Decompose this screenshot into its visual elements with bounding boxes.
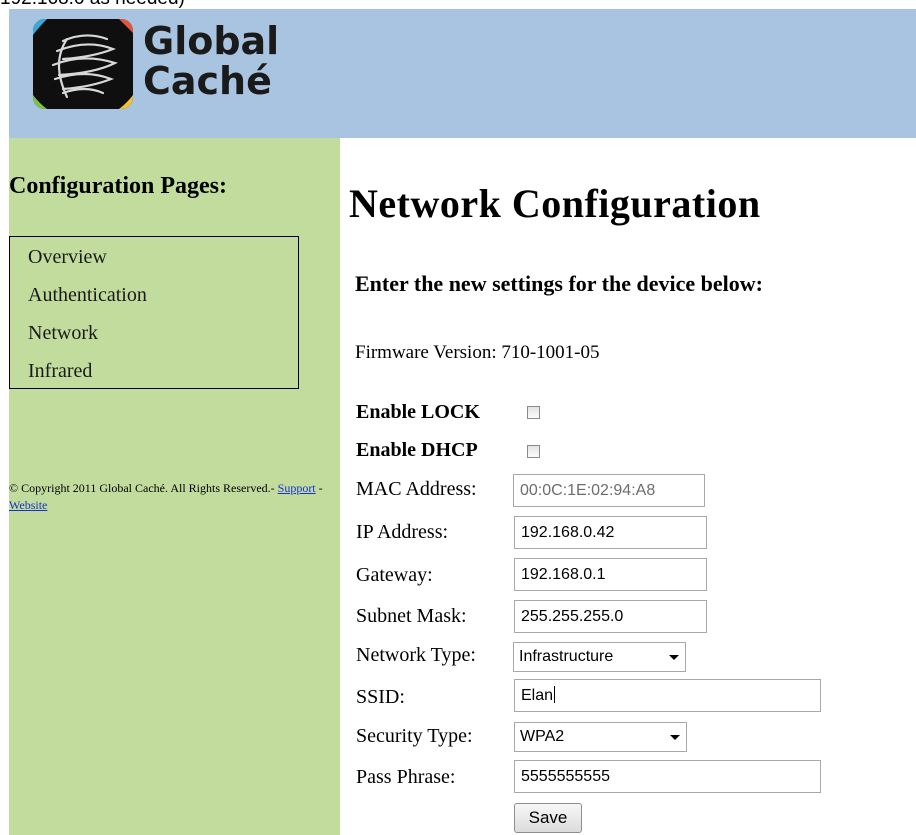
- subnet-field[interactable]: 255.255.255.0: [514, 600, 707, 633]
- ssid-value: Elan: [521, 687, 554, 704]
- dhcp-checkbox[interactable]: [527, 445, 540, 458]
- nettype-label: Network Type:: [356, 644, 476, 666]
- sidebar-item-infrared[interactable]: Infrared: [28, 360, 92, 383]
- ssid-field[interactable]: Elan: [514, 679, 821, 712]
- network-type-select[interactable]: Infrastructure: [513, 642, 686, 672]
- sidebar-heading: Configuration Pages:: [9, 173, 227, 199]
- page-subtitle: Enter the new settings for the device be…: [355, 271, 763, 296]
- save-button[interactable]: Save: [514, 803, 582, 833]
- copyright-text: © Copyright 2011 Global Caché. All Right…: [9, 481, 275, 495]
- logo-line2: Caché: [143, 59, 272, 103]
- website-link[interactable]: Website: [9, 498, 47, 512]
- lock-label: Enable LOCK: [356, 401, 480, 423]
- caption-text: 192.168.0 as needed): [0, 0, 185, 9]
- mac-field[interactable]: 00:0C:1E:02:94:A8: [513, 474, 705, 507]
- chevron-down-icon: [670, 735, 680, 740]
- gateway-label: Gateway:: [356, 564, 433, 586]
- network-type-value: Infrastructure: [519, 648, 614, 665]
- mac-label: MAC Address:: [356, 478, 477, 500]
- security-type-value: WPA2: [520, 728, 565, 745]
- logo: Global Caché: [33, 19, 293, 109]
- support-link[interactable]: Support: [278, 481, 316, 495]
- sidebar-item-overview[interactable]: Overview: [28, 246, 107, 269]
- dhcp-label: Enable DHCP: [356, 439, 478, 461]
- chevron-down-icon: [669, 655, 679, 660]
- ssid-label: SSID:: [356, 686, 405, 708]
- main-content: Network Configuration Enter the new sett…: [340, 138, 916, 835]
- ip-field[interactable]: 192.168.0.42: [514, 516, 707, 549]
- copyright-notice: © Copyright 2011 Global Caché. All Right…: [9, 480, 340, 514]
- nav-box: Overview Authentication Network Infrared: [9, 236, 299, 389]
- sidebar-item-network[interactable]: Network: [28, 322, 98, 345]
- security-label: Security Type:: [356, 725, 473, 747]
- subnet-label: Subnet Mask:: [356, 605, 467, 627]
- security-type-select[interactable]: WPA2: [514, 722, 687, 752]
- logo-line1: Global: [143, 19, 280, 63]
- pass-label: Pass Phrase:: [356, 766, 456, 788]
- header-banner: Global Caché: [9, 9, 916, 138]
- page-title: Network Configuration: [349, 181, 761, 226]
- text-cursor: [554, 686, 556, 703]
- link-separator: -: [318, 481, 323, 495]
- lock-checkbox[interactable]: [527, 406, 540, 419]
- ip-label: IP Address:: [356, 521, 449, 543]
- firmware-version: Firmware Version: 710-1001-05: [355, 342, 600, 363]
- sidebar-item-authentication[interactable]: Authentication: [28, 284, 147, 307]
- gateway-field[interactable]: 192.168.0.1: [514, 558, 707, 591]
- pass-phrase-field[interactable]: 5555555555: [514, 760, 821, 793]
- logo-text: Global Caché: [143, 21, 279, 101]
- sidebar: Configuration Pages: Overview Authentica…: [9, 138, 340, 835]
- top-caption: 192.168.0 as needed): [0, 0, 916, 9]
- globe-icon: [33, 19, 133, 109]
